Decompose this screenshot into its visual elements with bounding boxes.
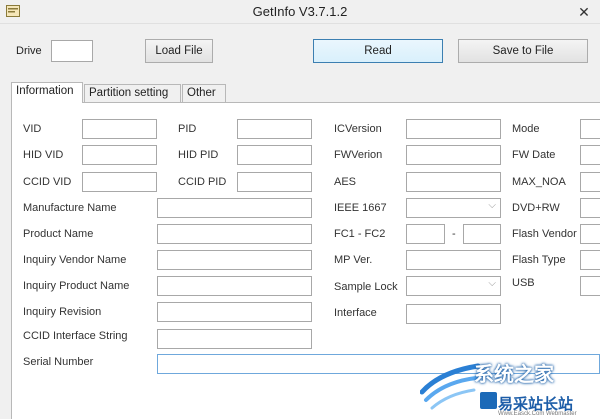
vid-label: VID — [23, 123, 42, 135]
ccid-interface-string-label: CCID Interface String — [23, 330, 128, 342]
tab-other[interactable]: Other — [182, 84, 226, 103]
load-file-button[interactable]: Load File — [145, 39, 213, 63]
inquiry-vendor-name-label: Inquiry Vendor Name — [23, 254, 127, 266]
tab-information[interactable]: Information — [11, 82, 83, 103]
fc-separator: - — [452, 228, 456, 240]
hid-pid-label: HID PID — [178, 149, 219, 161]
ccid-interface-string-field[interactable] — [157, 329, 312, 349]
icversion-label: ICVersion — [334, 123, 382, 135]
dvd-rw-label: DVD+RW — [512, 202, 560, 214]
save-to-file-button[interactable]: Save to File — [458, 39, 588, 63]
drive-label: Drive — [16, 45, 42, 57]
ieee1667-combo[interactable] — [406, 198, 501, 218]
icversion-field[interactable] — [406, 119, 501, 139]
ccid-vid-field[interactable] — [82, 172, 157, 192]
hid-pid-field[interactable] — [237, 145, 312, 165]
drive-input[interactable] — [51, 40, 93, 62]
interface-label: Interface — [334, 307, 377, 319]
flash-vendor-label: Flash Vendor — [512, 228, 577, 240]
mode-label: Mode — [512, 123, 540, 135]
pid-label: PID — [178, 123, 197, 135]
vid-field[interactable] — [82, 119, 157, 139]
inquiry-revision-label: Inquiry Revision — [23, 306, 102, 318]
max-noa-field[interactable] — [580, 172, 600, 192]
inquiry-revision-field[interactable] — [157, 302, 312, 322]
ieee1667-label: IEEE 1667 — [334, 202, 387, 214]
interface-field[interactable] — [406, 304, 501, 324]
fwverion-label: FWVerion — [334, 149, 383, 161]
max-noa-label: MAX_NOA — [512, 176, 566, 188]
close-icon[interactable]: ✕ — [576, 4, 592, 20]
pid-field[interactable] — [237, 119, 312, 139]
usb-field[interactable] — [580, 276, 600, 296]
ccid-pid-field[interactable] — [237, 172, 312, 192]
tab-partition-setting[interactable]: Partition setting — [84, 84, 181, 103]
sample-lock-combo[interactable] — [406, 276, 501, 296]
title-bar: GetInfo V3.7.1.2 ✕ — [0, 0, 600, 24]
sample-lock-label: Sample Lock — [334, 281, 398, 293]
mp-ver-field[interactable] — [406, 250, 501, 270]
ccid-vid-label: CCID VID — [23, 176, 72, 188]
inquiry-product-name-field[interactable] — [157, 276, 312, 296]
mp-ver-label: MP Ver. — [334, 254, 373, 266]
aes-field[interactable] — [406, 172, 501, 192]
hid-vid-field[interactable] — [82, 145, 157, 165]
product-name-field[interactable] — [157, 224, 312, 244]
fw-date-field[interactable] — [580, 145, 600, 165]
manufacture-name-field[interactable] — [157, 198, 312, 218]
window-title: GetInfo V3.7.1.2 — [252, 4, 348, 19]
fwverion-field[interactable] — [406, 145, 501, 165]
mode-field[interactable] — [580, 119, 600, 139]
inquiry-vendor-name-field[interactable] — [157, 250, 312, 270]
inquiry-product-name-label: Inquiry Product Name — [23, 280, 130, 292]
fc2-field[interactable] — [463, 224, 501, 244]
hid-vid-label: HID VID — [23, 149, 64, 161]
aes-label: AES — [334, 176, 357, 188]
serial-number-field[interactable] — [157, 354, 600, 374]
serial-number-label: Serial Number — [23, 356, 94, 368]
fc1-field[interactable] — [406, 224, 445, 244]
read-button[interactable]: Read — [313, 39, 443, 63]
fw-date-label: FW Date — [512, 149, 556, 161]
usb-label: USB — [512, 277, 535, 289]
manufacture-name-label: Manufacture Name — [23, 202, 117, 214]
flash-vendor-field[interactable] — [580, 224, 600, 244]
flash-type-label: Flash Type — [512, 254, 566, 266]
product-name-label: Product Name — [23, 228, 94, 240]
flash-type-field[interactable] — [580, 250, 600, 270]
fc1-fc2-label: FC1 - FC2 — [334, 228, 386, 240]
ccid-pid-label: CCID PID — [178, 176, 227, 188]
dvd-rw-field[interactable] — [580, 198, 600, 218]
